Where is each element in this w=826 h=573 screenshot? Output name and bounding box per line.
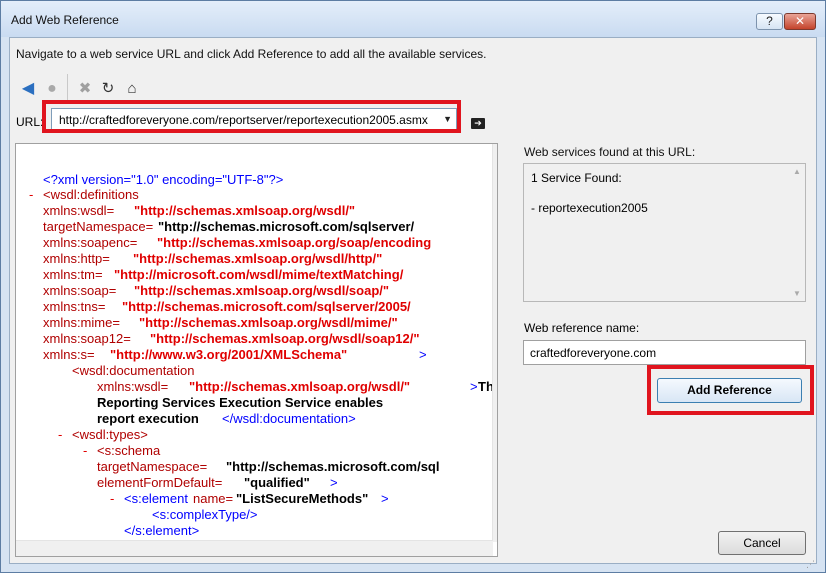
xml-tag-end: > — [419, 347, 427, 362]
reference-name-value[interactable]: craftedforeveryone.com — [530, 346, 656, 360]
xml-tag-end: > — [330, 475, 338, 490]
title-bar: Add Web Reference ? ✕ — [1, 1, 825, 37]
url-highlight-box — [42, 100, 461, 133]
scroll-down-icon[interactable]: ▼ — [793, 289, 801, 298]
service-count: 1 Service Found: — [531, 171, 622, 185]
xml-line: <s:complexType/> — [152, 507, 258, 522]
collapse-toggle[interactable]: - — [83, 443, 87, 458]
collapse-toggle[interactable]: - — [110, 491, 114, 506]
window-title: Add Web Reference — [11, 13, 119, 27]
xml-attr-value: "http://schemas.xmlsoap.org/soap/encodin… — [157, 235, 432, 250]
xml-attr-name: xmlns:wsdl= — [43, 203, 115, 218]
reference-name-label: Web reference name: — [524, 321, 640, 335]
xml-attr-name: targetNamespace= — [43, 219, 154, 234]
xml-tag-end: > — [470, 379, 478, 394]
xml-line: </s:element> — [124, 523, 200, 538]
xml-attr-value: "http://schemas.xmlsoap.org/wsdl/soap12/… — [150, 331, 420, 346]
xml-tag-end: > — [381, 491, 389, 506]
xml-attr-name: xmlns:http= — [43, 251, 110, 266]
xml-attr-value: "qualified" — [244, 475, 310, 490]
xml-attr-name: xmlns:tm= — [43, 267, 103, 282]
xml-attr-name: xmlns:soapenc= — [43, 235, 138, 250]
services-found-box: 1 Service Found: - reportexecution2005 ▲… — [523, 163, 806, 302]
xml-line: <?xml version="1.0" encoding="UTF-8"?> — [43, 172, 284, 187]
xml-attr-name: xmlns:soap12= — [43, 331, 131, 346]
help-button[interactable]: ? — [756, 13, 783, 30]
url-label: URL: — [16, 115, 44, 129]
reference-name-field[interactable]: craftedforeveryone.com — [523, 340, 806, 365]
service-item[interactable]: - reportexecution2005 — [531, 201, 648, 215]
xml-attr-value: "http://schemas.microsoft.com/sqlserver/ — [158, 219, 415, 234]
xml-attr-value: "http://microsoft.com/wsdl/mime/textMatc… — [114, 267, 404, 282]
xml-attr-name: xmlns:tns= — [43, 299, 106, 314]
collapse-toggle[interactable]: - — [29, 187, 33, 202]
scroll-thumb[interactable]: ≡ — [494, 155, 497, 165]
xml-attr-value: "http://schemas.microsoft.com/sqlserver/… — [122, 299, 411, 314]
xml-tag: <s:element — [124, 491, 188, 506]
xml-preview-pane[interactable]: <?xml version="1.0" encoding="UTF-8"?> -… — [15, 143, 498, 557]
cancel-icon[interactable]: ✖ — [76, 80, 94, 98]
xml-attr-name: elementFormDefault= — [97, 475, 223, 490]
xml-attr-value: "http://schemas.xmlsoap.org/wsdl/mime/" — [139, 315, 398, 330]
xml-line: <s:schema — [97, 443, 161, 458]
xml-attr-value: "http://schemas.xmlsoap.org/wsdl/http/" — [133, 251, 383, 266]
stop-icon[interactable]: ● — [43, 80, 61, 98]
go-arrow-icon[interactable]: ➔ — [471, 118, 485, 129]
xml-attr-value: "ListSecureMethods" — [236, 491, 369, 506]
xml-attr-name: xmlns:s= — [43, 347, 95, 362]
horizontal-scrollbar[interactable] — [16, 540, 493, 556]
services-scrollbar[interactable]: ▲ ▼ — [790, 165, 804, 300]
xml-line: <wsdl:definitions — [43, 187, 139, 202]
vertical-scrollbar[interactable]: ≡ — [492, 144, 497, 542]
toolbar-separator — [67, 74, 68, 102]
home-icon[interactable]: ⌂ — [123, 80, 141, 98]
close-button[interactable]: ✕ — [784, 13, 816, 30]
services-label: Web services found at this URL: — [524, 145, 696, 159]
xml-tag-end: </wsdl:documentation> — [222, 411, 356, 426]
xml-attr-value: "http://schemas.xmlsoap.org/wsdl/" — [189, 379, 411, 394]
xml-attr-value: "http://schemas.microsoft.com/sql — [226, 459, 440, 474]
add-web-reference-dialog: Add Web Reference ? ✕ Navigate to a web … — [0, 0, 826, 573]
xml-text: report execution — [97, 411, 199, 426]
xml-text: Reporting Services Execution Service ena… — [97, 395, 384, 410]
xml-attr-name: name= — [193, 491, 234, 506]
resize-grip-icon[interactable]: ⋰ — [806, 559, 815, 570]
instruction-text: Navigate to a web service URL and click … — [16, 47, 487, 61]
xml-attr-value: "http://schemas.xmlsoap.org/wsdl/soap/" — [134, 283, 390, 298]
xml-attr-value: "http://www.w3.org/2001/XMLSchema" — [110, 347, 348, 362]
xml-attr-name: xmlns:mime= — [43, 315, 120, 330]
cancel-button[interactable]: Cancel — [718, 531, 806, 555]
xml-line: <wsdl:types> — [72, 427, 148, 442]
xml-attr-name: xmlns:wsdl= — [97, 379, 169, 394]
back-icon[interactable]: ◀ — [19, 80, 37, 98]
collapse-toggle[interactable]: - — [58, 427, 62, 442]
scroll-up-icon[interactable]: ▲ — [793, 167, 801, 176]
xml-attr-name: targetNamespace= — [97, 459, 208, 474]
add-reference-button[interactable]: Add Reference — [657, 378, 802, 403]
dialog-body: Navigate to a web service URL and click … — [9, 37, 817, 569]
refresh-icon[interactable]: ↻ — [99, 80, 117, 98]
xml-line: <wsdl:documentation — [72, 363, 195, 378]
xml-attr-name: xmlns:soap= — [43, 283, 117, 298]
xml-attr-value: "http://schemas.xmlsoap.org/wsdl/" — [134, 203, 356, 218]
